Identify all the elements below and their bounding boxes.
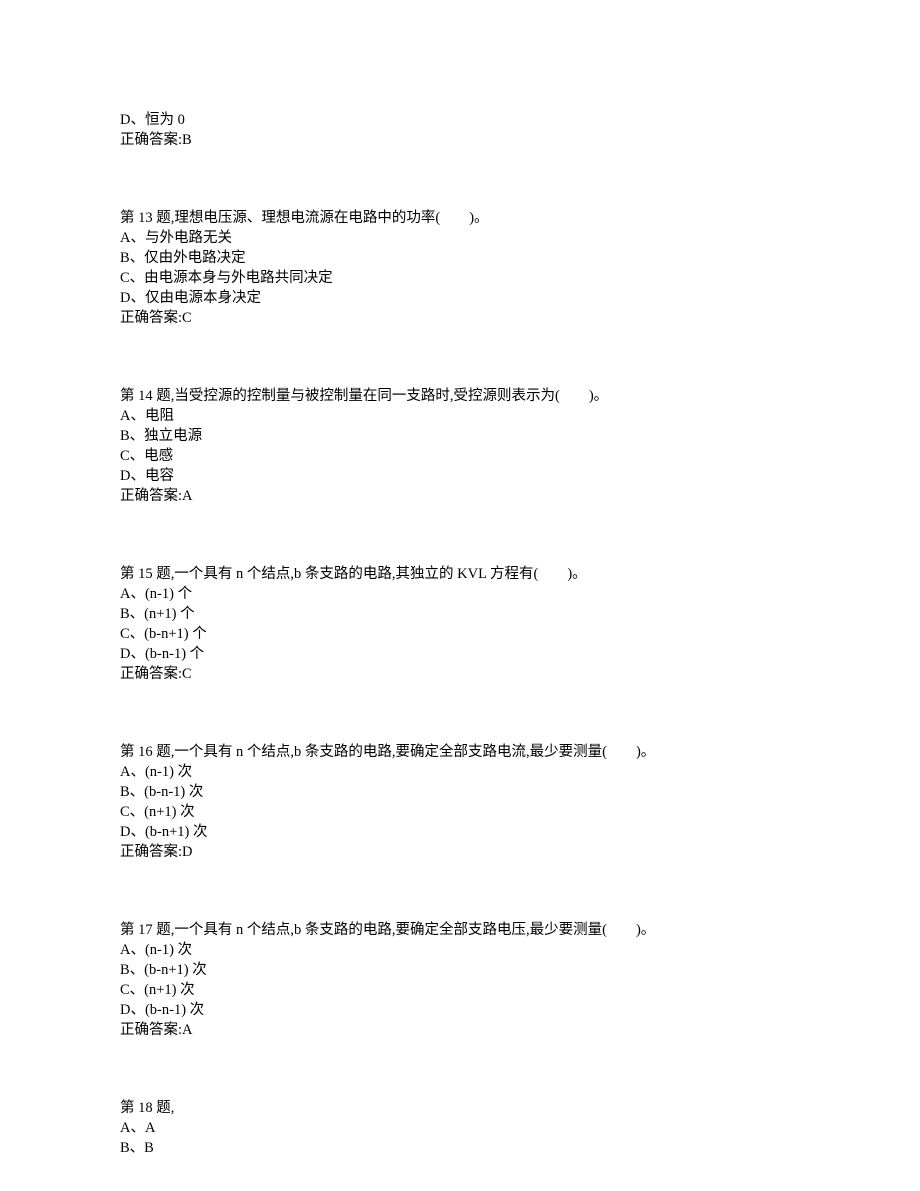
question-stem: 第 14 题,当受控源的控制量与被控制量在同一支路时,受控源则表示为( )。	[120, 386, 800, 406]
answer-line: 正确答案:D	[120, 842, 800, 862]
option-c: C、(b-n+1) 个	[120, 624, 800, 644]
option-d: D、恒为 0	[120, 110, 800, 130]
option-d: D、(b-n+1) 次	[120, 822, 800, 842]
option-b: B、(b-n+1) 次	[120, 960, 800, 980]
answer-line: 正确答案:A	[120, 1020, 800, 1040]
question-stem: 第 15 题,一个具有 n 个结点,b 条支路的电路,其独立的 KVL 方程有(…	[120, 564, 800, 584]
answer-line: 正确答案:C	[120, 308, 800, 328]
question-stem: 第 16 题,一个具有 n 个结点,b 条支路的电路,要确定全部支路电流,最少要…	[120, 742, 800, 762]
option-a: A、(n-1) 个	[120, 584, 800, 604]
question-stem: 第 17 题,一个具有 n 个结点,b 条支路的电路,要确定全部支路电压,最少要…	[120, 920, 800, 940]
option-c: C、电感	[120, 446, 800, 466]
option-b: B、B	[120, 1138, 800, 1158]
answer-line: 正确答案:A	[120, 486, 800, 506]
option-a: A、(n-1) 次	[120, 762, 800, 782]
option-b: B、仅由外电路决定	[120, 248, 800, 268]
option-d: D、(b-n-1) 次	[120, 1000, 800, 1020]
option-d: D、(b-n-1) 个	[120, 644, 800, 664]
option-a: A、与外电路无关	[120, 228, 800, 248]
option-d: D、电容	[120, 466, 800, 486]
option-c: C、(n+1) 次	[120, 980, 800, 1000]
option-a: A、A	[120, 1118, 800, 1138]
option-c: C、由电源本身与外电路共同决定	[120, 268, 800, 288]
answer-line: 正确答案:B	[120, 130, 800, 150]
option-b: B、(b-n-1) 次	[120, 782, 800, 802]
option-b: B、独立电源	[120, 426, 800, 446]
option-b: B、(n+1) 个	[120, 604, 800, 624]
option-a: A、电阻	[120, 406, 800, 426]
option-c: C、(n+1) 次	[120, 802, 800, 822]
option-a: A、(n-1) 次	[120, 940, 800, 960]
option-d: D、仅由电源本身决定	[120, 288, 800, 308]
question-stem: 第 13 题,理想电压源、理想电流源在电路中的功率( )。	[120, 208, 800, 228]
question-stem: 第 18 题,	[120, 1098, 800, 1118]
document-page: D、恒为 0 正确答案:B 第 13 题,理想电压源、理想电流源在电路中的功率(…	[0, 0, 920, 1191]
answer-line: 正确答案:C	[120, 664, 800, 684]
